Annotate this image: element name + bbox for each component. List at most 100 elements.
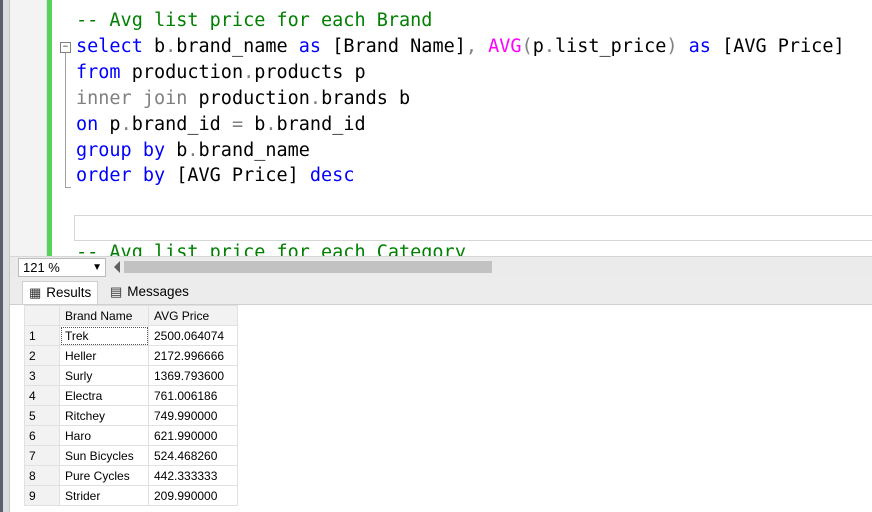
row-number[interactable]: 6 xyxy=(24,425,60,446)
cell-avg-price[interactable]: 749.990000 xyxy=(148,405,238,426)
table-row[interactable]: 4 Electra 761.006186 xyxy=(24,385,238,406)
change-tracking-bar xyxy=(47,0,52,256)
cell-brand-name[interactable]: Trek xyxy=(59,325,149,346)
horizontal-scrollbar-thumb[interactable] xyxy=(124,261,492,273)
code-token: ) xyxy=(666,36,678,57)
code-token: desc xyxy=(309,165,355,186)
code-line[interactable]: group by b.brand_name xyxy=(76,138,310,164)
code-line[interactable]: select b.brand_name as [Brand Name], AVG… xyxy=(76,34,845,60)
code-token: . xyxy=(165,36,177,57)
outline-end xyxy=(65,187,71,188)
code-token: = xyxy=(231,114,244,135)
code-token: -- Avg list price for each Category xyxy=(76,242,466,256)
table-row[interactable]: 8 Pure Cycles 442.333333 xyxy=(24,465,238,486)
table-row[interactable]: 6 Haro 621.990000 xyxy=(24,425,238,446)
cell-brand-name[interactable]: Heller xyxy=(59,345,149,366)
code-token: production xyxy=(187,88,310,109)
code-token: from xyxy=(76,62,121,83)
code-line[interactable]: inner join production.brands b xyxy=(76,86,410,112)
row-number[interactable]: 5 xyxy=(24,405,60,426)
row-number[interactable]: 4 xyxy=(24,385,60,406)
tab-messages[interactable]: ▤ Messages xyxy=(104,281,195,303)
table-row[interactable]: 9 Strider 209.990000 xyxy=(24,485,238,506)
code-token: . xyxy=(243,62,255,83)
code-token: -- Avg list price for each Brand xyxy=(76,10,433,31)
cell-avg-price[interactable]: 2500.064074 xyxy=(148,325,238,346)
scroll-left-icon[interactable] xyxy=(114,261,120,273)
column-header-avg-price[interactable]: AVG Price xyxy=(148,305,238,326)
code-token: p xyxy=(98,114,121,135)
collapse-toggle-icon[interactable]: − xyxy=(60,42,71,53)
cell-avg-price[interactable]: 761.006186 xyxy=(148,385,238,406)
code-token: order by xyxy=(76,165,166,186)
cell-brand-name[interactable]: Strider xyxy=(59,485,149,506)
cell-brand-name[interactable]: Ritchey xyxy=(59,405,149,426)
code-token: b xyxy=(142,36,166,57)
sql-editor[interactable]: − -- Avg list price for each Brand select… xyxy=(10,0,872,256)
row-number[interactable]: 8 xyxy=(24,465,60,486)
code-token: [AVG Price] xyxy=(710,36,845,57)
cell-avg-price[interactable]: 209.990000 xyxy=(148,485,238,506)
current-line-highlight xyxy=(74,215,872,241)
cell-brand-name[interactable]: Sun Bicycles xyxy=(59,445,149,466)
corner-cell[interactable] xyxy=(24,305,60,326)
table-row[interactable]: 7 Sun Bicycles 524.468260 xyxy=(24,445,238,466)
cell-brand-name[interactable]: Pure Cycles xyxy=(59,465,149,486)
code-line[interactable]: on p.brand_id = b.brand_id xyxy=(76,112,366,138)
table-row[interactable]: 3 Surly 1369.793600 xyxy=(24,365,238,386)
cell-avg-price[interactable]: 2172.996666 xyxy=(148,345,238,366)
code-token: . xyxy=(120,114,132,135)
results-grid[interactable]: Brand Name AVG Price 1 Trek 2500.064074 2 He… xyxy=(24,305,238,506)
code-token: as xyxy=(688,36,711,57)
code-token: [Brand Name] xyxy=(321,36,466,57)
code-token: brand_name xyxy=(198,140,310,161)
code-token: . xyxy=(187,140,199,161)
row-number[interactable]: 9 xyxy=(24,485,60,506)
zoom-dropdown[interactable]: 121 % ▼ xyxy=(18,258,106,277)
code-token: brand_name xyxy=(176,36,299,57)
messages-icon: ▤ xyxy=(110,284,123,299)
code-token: inner join xyxy=(76,88,188,109)
code-token: list_price xyxy=(554,36,667,57)
table-row[interactable]: 1 Trek 2500.064074 xyxy=(24,325,238,346)
code-token: on xyxy=(76,114,99,135)
row-number[interactable]: 7 xyxy=(24,445,60,466)
cell-brand-name[interactable]: Surly xyxy=(59,365,149,386)
code-line[interactable]: -- Avg list price for each Brand xyxy=(76,8,432,34)
cell-brand-name[interactable]: Haro xyxy=(59,425,149,446)
code-token: brands b xyxy=(321,88,411,109)
table-row[interactable]: 2 Heller 2172.996666 xyxy=(24,345,238,366)
column-header-brand-name[interactable]: Brand Name xyxy=(59,305,149,326)
cell-avg-price[interactable]: 1369.793600 xyxy=(148,365,238,386)
code-token: . xyxy=(265,114,277,135)
code-token: . xyxy=(543,36,555,57)
cell-avg-price[interactable]: 621.990000 xyxy=(148,425,238,446)
cell-brand-name[interactable]: Electra xyxy=(59,385,149,406)
code-token: ( xyxy=(521,36,533,57)
row-number[interactable]: 1 xyxy=(24,325,60,346)
code-line[interactable]: -- Avg list price for each Category xyxy=(76,240,466,256)
editor-status-bar: 121 % ▼ xyxy=(10,256,872,277)
row-number[interactable]: 2 xyxy=(24,345,60,366)
cell-avg-price[interactable]: 524.468260 xyxy=(148,445,238,466)
code-line[interactable]: order by [AVG Price] desc xyxy=(76,163,354,189)
row-number[interactable]: 3 xyxy=(24,365,60,386)
code-token: b xyxy=(165,140,188,161)
code-token: b xyxy=(243,114,266,135)
code-token: production xyxy=(120,62,244,83)
tab-results[interactable]: ▦ Results xyxy=(22,281,99,304)
editor-gutter xyxy=(10,0,47,256)
chevron-down-icon[interactable]: ▼ xyxy=(92,259,102,276)
tab-results-label: Results xyxy=(46,285,92,300)
outline-line xyxy=(65,53,66,188)
table-row[interactable]: 5 Ritchey 749.990000 xyxy=(24,405,238,426)
cell-avg-price[interactable]: 442.333333 xyxy=(148,465,238,486)
code-token: select xyxy=(76,36,143,57)
results-tabs: ▦ Results ▤ Messages xyxy=(10,277,872,305)
left-window-edge xyxy=(0,0,3,512)
tab-messages-label: Messages xyxy=(127,284,189,299)
grid-header-row: Brand Name AVG Price xyxy=(24,305,238,326)
code-line[interactable]: from production.products p xyxy=(76,60,366,86)
code-token: p xyxy=(532,36,544,57)
